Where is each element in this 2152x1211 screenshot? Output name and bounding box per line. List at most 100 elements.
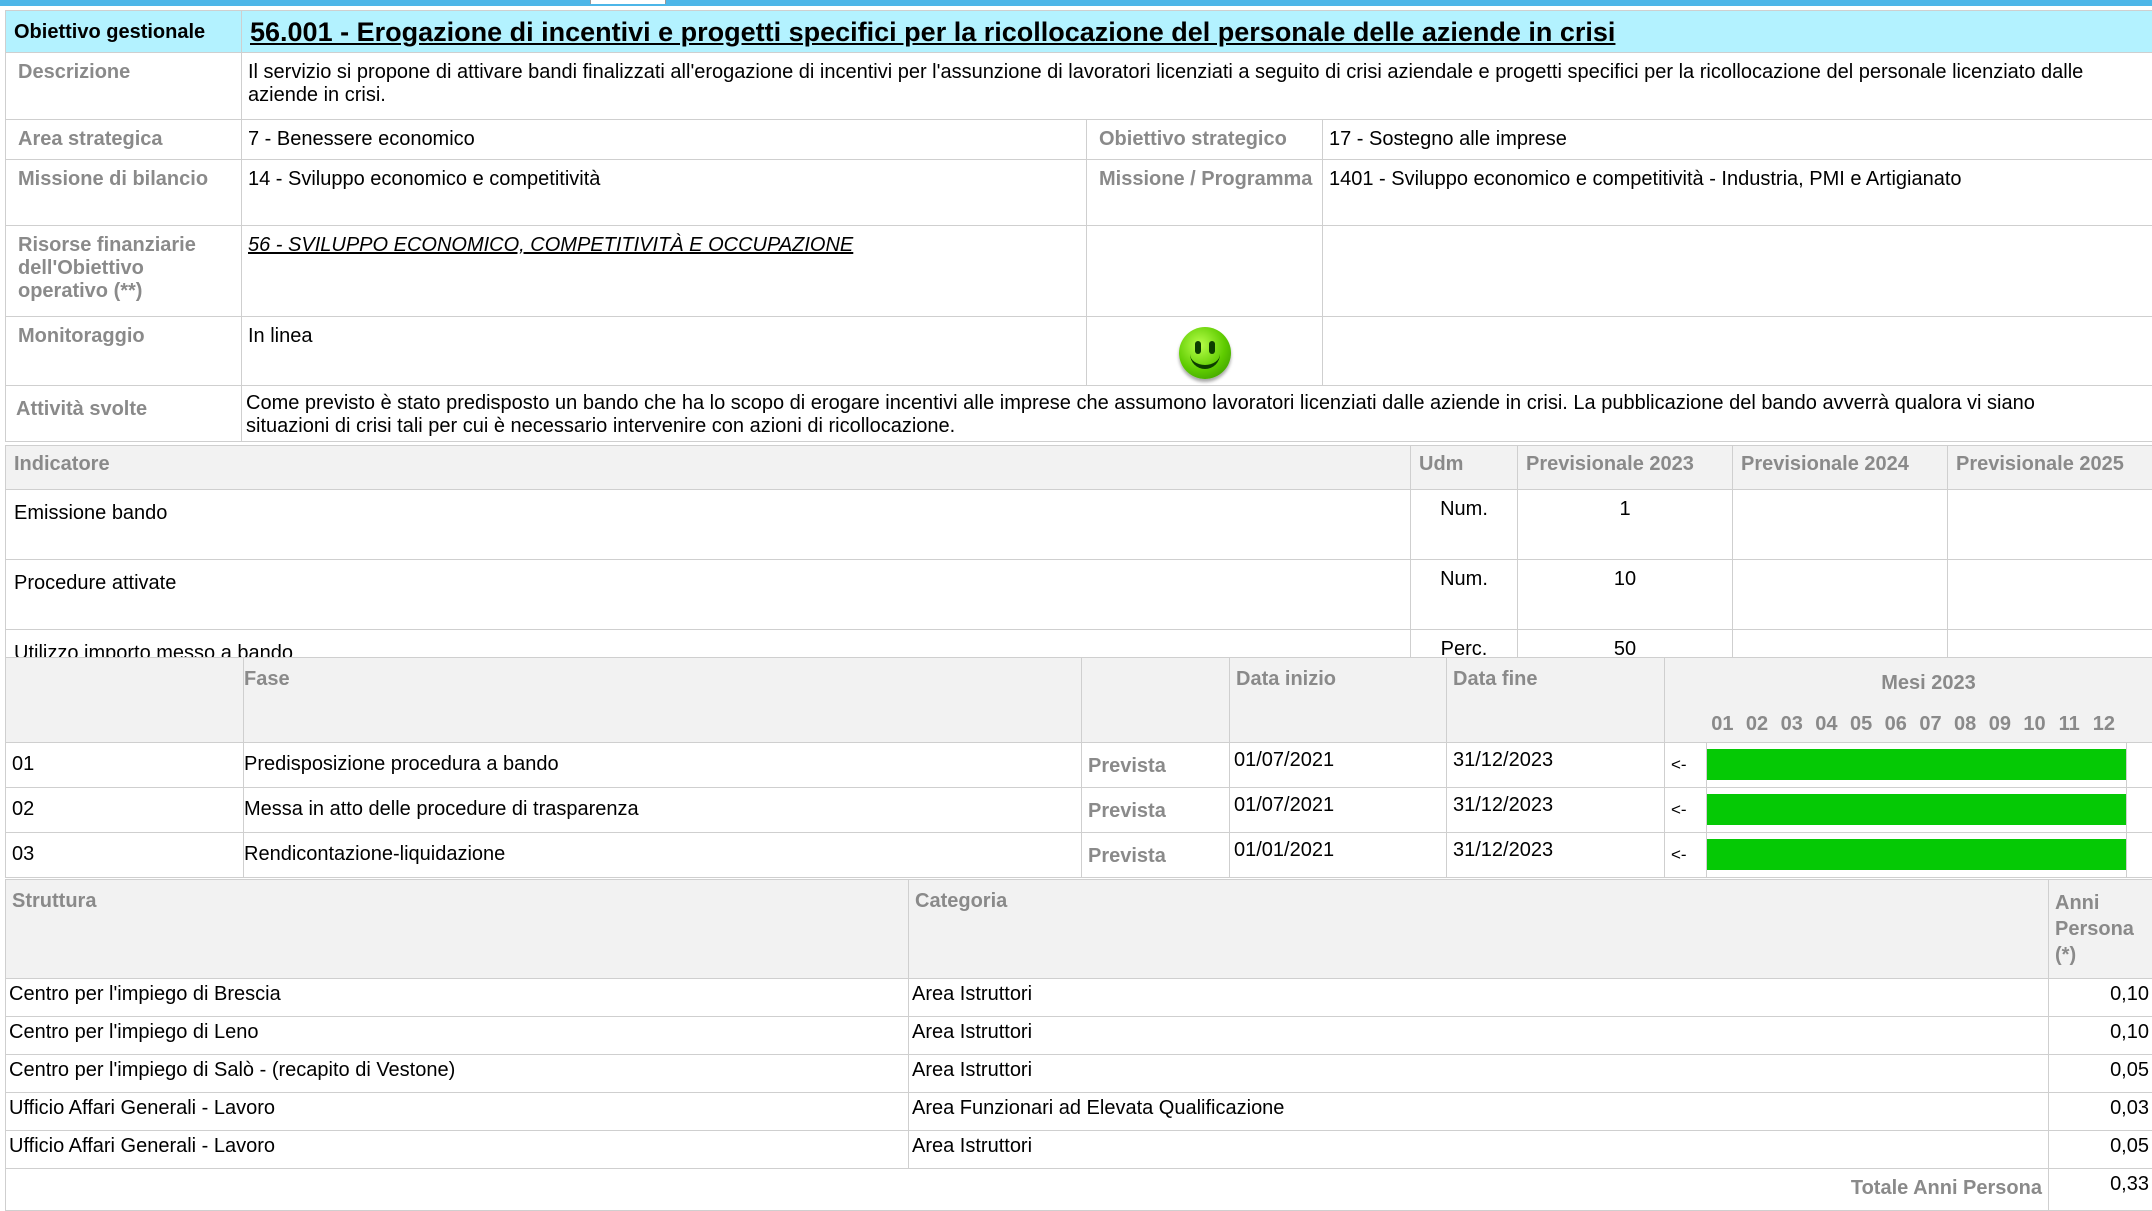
struttura-categoria: Area Istruttori <box>909 1055 2049 1093</box>
monitoraggio-label: Monitoraggio <box>6 317 242 386</box>
gantt-end-cell <box>2127 788 2152 833</box>
struttura-anni: 0,05 <box>2049 1131 2152 1169</box>
struttura-anni: 0,03 <box>2049 1093 2152 1131</box>
totale-label: Totale Anni Persona <box>6 1169 2049 1211</box>
fase-data-fine: 31/12/2023 <box>1447 788 1665 833</box>
fase-stato: Prevista <box>1082 833 1230 878</box>
title-label: Obiettivo gestionale <box>6 11 242 53</box>
risorse-empty-cell-2 <box>1323 226 2152 317</box>
col-prev-2023: Previsionale 2023 <box>1518 446 1733 490</box>
col-prev-2025: Previsionale 2025 <box>1948 446 2152 490</box>
totale-value: 0,33 <box>2049 1169 2152 1211</box>
month-label: 04 <box>1809 713 1844 736</box>
table-row: 03Rendicontazione-liquidazionePrevista01… <box>6 833 2152 878</box>
col-prev-2024: Previsionale 2024 <box>1733 446 1948 490</box>
top-tab[interactable] <box>590 0 666 4</box>
col-indicatore: Indicatore <box>6 446 1411 490</box>
indicatore-p2025 <box>1948 560 2152 630</box>
month-label: 08 <box>1948 713 1983 736</box>
gantt-cell <box>1707 833 2127 878</box>
fase-arrow: <- <box>1665 788 1707 833</box>
col-data-inizio: Data inizio <box>1230 658 1447 743</box>
monitoraggio-icon-cell <box>1087 317 1323 386</box>
fase-num-header <box>6 658 244 743</box>
month-label: 09 <box>1983 713 2018 736</box>
mesi-title: Mesi 2023 <box>1665 672 2152 695</box>
month-label: 07 <box>1913 713 1948 736</box>
obiettivo-strategico-label: Obiettivo strategico <box>1087 120 1323 160</box>
risorse-cell[interactable]: 56 - SVILUPPO ECONOMICO, COMPETITIVITÀ E… <box>242 226 1087 317</box>
monitoraggio-value: In linea <box>242 317 1087 386</box>
fase-num: 01 <box>6 743 244 788</box>
struttura-categoria: Area Funzionari ad Elevata Qualificazion… <box>909 1093 2049 1131</box>
struttura-nome: Centro per l'impiego di Leno <box>6 1017 909 1055</box>
area-strategica-label: Area strategica <box>6 120 242 160</box>
missione-label: Missione di bilancio <box>6 160 242 226</box>
col-udm: Udm <box>1411 446 1518 490</box>
programma-label: Missione / Programma <box>1087 160 1323 226</box>
fase-nome: Predisposizione procedura a bando <box>244 743 1082 788</box>
fase-data-fine: 31/12/2023 <box>1447 743 1665 788</box>
gantt-end-cell <box>2127 833 2152 878</box>
month-label: 10 <box>2017 713 2052 736</box>
obiettivo-strategico-value: 17 - Sostegno alle imprese <box>1323 120 2152 160</box>
fase-nome: Messa in atto delle procedure di traspar… <box>244 788 1082 833</box>
monitoraggio-empty-cell <box>1323 317 2152 386</box>
struttura-table: Struttura Categoria Anni Persona (*) Cen… <box>5 879 2152 1211</box>
table-row: Emissione bando Num. 1 <box>6 490 2152 560</box>
indicatore-p2023: 10 <box>1518 560 1733 630</box>
month-label: 02 <box>1740 713 1775 736</box>
month-label: 05 <box>1844 713 1879 736</box>
objective-header-table: Obiettivo gestionale 56.001 - Erogazione… <box>5 10 2152 442</box>
month-label: 06 <box>1878 713 1913 736</box>
table-row: Ufficio Affari Generali - LavoroArea Ist… <box>6 1131 2152 1169</box>
col-fase: Fase <box>244 658 1082 743</box>
struttura-categoria: Area Istruttori <box>909 979 2049 1017</box>
col-categoria: Categoria <box>909 880 2049 979</box>
fase-num: 02 <box>6 788 244 833</box>
col-anni-persona: Anni Persona (*) <box>2049 880 2152 979</box>
gantt-end-cell <box>2127 743 2152 788</box>
struttura-nome: Centro per l'impiego di Salò - (recapito… <box>6 1055 909 1093</box>
month-label: 12 <box>2087 713 2122 736</box>
risorse-empty-cell <box>1087 226 1323 317</box>
table-row: Centro per l'impiego di BresciaArea Istr… <box>6 979 2152 1017</box>
table-row: 01Predisposizione procedura a bandoPrevi… <box>6 743 2152 788</box>
table-row: Centro per l'impiego di Salò - (recapito… <box>6 1055 2152 1093</box>
gantt-cell <box>1707 743 2127 788</box>
struttura-nome: Ufficio Affari Generali - Lavoro <box>6 1131 909 1169</box>
indicatore-p2025 <box>1948 490 2152 560</box>
col-struttura: Struttura <box>6 880 909 979</box>
month-label: 11 <box>2052 713 2087 736</box>
attivita-value: Come previsto è stato predisposto un ban… <box>242 386 2152 442</box>
struttura-anni: 0,05 <box>2049 1055 2152 1093</box>
table-row: 02Messa in atto delle procedure di trasp… <box>6 788 2152 833</box>
descrizione-value: Il servizio si propone di attivare bandi… <box>242 53 2152 120</box>
area-strategica-value: 7 - Benessere economico <box>242 120 1087 160</box>
indicatore-p2024 <box>1733 490 1948 560</box>
col-mesi: Mesi 2023 010203040506070809101112 <box>1665 658 2152 743</box>
fase-nome: Rendicontazione-liquidazione <box>244 833 1082 878</box>
col-data-fine: Data fine <box>1447 658 1665 743</box>
struttura-categoria: Area Istruttori <box>909 1017 2049 1055</box>
gantt-bar <box>1707 749 2126 780</box>
smiley-icon <box>1179 327 1231 379</box>
stato-header <box>1082 658 1230 743</box>
fase-num: 03 <box>6 833 244 878</box>
attivita-label: Attività svolte <box>6 386 242 442</box>
gantt-cell <box>1707 788 2127 833</box>
fase-stato: Prevista <box>1082 743 1230 788</box>
table-row: Ufficio Affari Generali - LavoroArea Fun… <box>6 1093 2152 1131</box>
table-row: Procedure attivate Num. 10 <box>6 560 2152 630</box>
indicatore-nome: Procedure attivate <box>6 560 1411 630</box>
fasi-table: Fase Data inizio Data fine Mesi 2023 010… <box>5 657 2152 878</box>
month-labels: 010203040506070809101112 <box>1665 695 2152 736</box>
fase-data-inizio: 01/01/2021 <box>1230 833 1447 878</box>
title-link[interactable]: 56.001 - Erogazione di incentivi e proge… <box>250 17 1615 47</box>
gantt-bar <box>1707 839 2126 870</box>
struttura-anni: 0,10 <box>2049 979 2152 1017</box>
page-title[interactable]: 56.001 - Erogazione di incentivi e proge… <box>242 11 2152 53</box>
top-bar <box>0 0 2152 6</box>
risorse-link[interactable]: 56 - SVILUPPO ECONOMICO, COMPETITIVITÀ E… <box>248 234 853 256</box>
descrizione-label: Descrizione <box>6 53 242 120</box>
